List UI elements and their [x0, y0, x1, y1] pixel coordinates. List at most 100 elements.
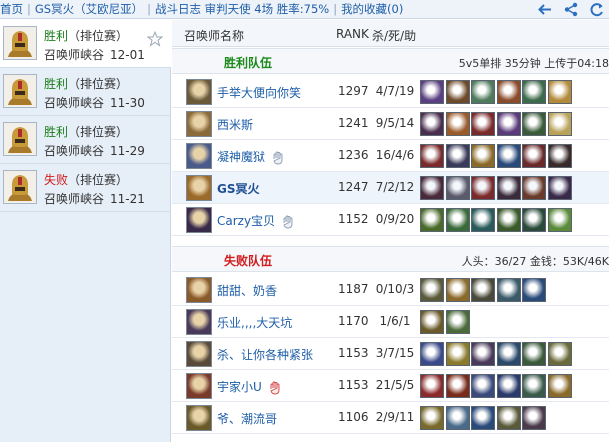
item-icon[interactable] — [445, 310, 470, 334]
item-icon[interactable] — [547, 342, 572, 366]
item-icon[interactable] — [445, 406, 470, 430]
item-icon[interactable] — [471, 278, 495, 302]
player-rank: 1241 — [338, 116, 369, 130]
player-row[interactable]: 凝神魔狱 1236 16/4/6 — [172, 140, 609, 172]
player-name[interactable]: 甜甜、奶香 — [217, 282, 277, 299]
item-icon[interactable] — [420, 342, 444, 366]
share-icon[interactable] — [563, 2, 579, 17]
item-icon[interactable] — [522, 208, 546, 232]
item-icon[interactable] — [471, 144, 495, 168]
breadcrumb-separator: | — [333, 2, 338, 16]
table-header: 召唤师名称 RANK 杀/死/助 — [172, 20, 609, 47]
player-row[interactable]: 甜甜、奶香 1187 0/10/3 — [172, 274, 609, 306]
player-name[interactable]: 宇家小U — [217, 380, 262, 394]
player-row[interactable]: Carzy宝贝 1152 0/9/20 — [172, 204, 609, 236]
item-icon[interactable] — [496, 144, 521, 168]
refresh-icon[interactable] — [589, 2, 605, 17]
player-name[interactable]: GS冥火 — [217, 180, 260, 197]
player-name[interactable]: 爷、潮流哥 — [217, 410, 277, 427]
item-icon[interactable] — [420, 144, 444, 168]
player-name[interactable]: 乐业,,,,大天坑 — [217, 314, 292, 331]
back-arrow-icon[interactable] — [537, 2, 553, 17]
item-icon[interactable] — [496, 176, 521, 200]
player-name[interactable]: 手举大便向你笑 — [217, 84, 301, 101]
item-icon[interactable] — [420, 374, 444, 398]
item-icon[interactable] — [420, 112, 444, 136]
item-icon[interactable] — [471, 208, 495, 232]
player-row[interactable]: 杀、让你各种紧张 1153 3/7/15 — [172, 338, 609, 370]
item-icon[interactable] — [445, 112, 470, 136]
item-icon[interactable] — [471, 80, 495, 104]
item-icon[interactable] — [445, 278, 470, 302]
item-icon[interactable] — [522, 278, 546, 302]
player-row[interactable]: 西米斯 1241 9/5/14 — [172, 108, 609, 140]
champion-icon — [186, 175, 212, 201]
item-icon[interactable] — [522, 342, 546, 366]
item-icon[interactable] — [445, 144, 470, 168]
breadcrumb-favorites[interactable]: 我的收藏(0) — [341, 1, 403, 17]
breadcrumb-separator: | — [27, 2, 31, 16]
item-icon[interactable] — [445, 342, 470, 366]
match-map: 召唤师峡谷 — [44, 192, 105, 206]
item-icon[interactable] — [522, 80, 546, 104]
player-row[interactable]: 宇家小U 1153 21/5/5 — [172, 370, 609, 402]
item-icon[interactable] — [496, 80, 521, 104]
player-rank: 1236 — [338, 148, 369, 162]
match-item[interactable]: 失败（排位赛） 召唤师峡谷 11-21 — [0, 164, 171, 212]
player-name[interactable]: 杀、让你各种紧张 — [217, 346, 313, 363]
item-icon[interactable] — [522, 374, 546, 398]
favorite-star-icon[interactable] — [147, 31, 163, 47]
match-result: 胜利 — [44, 125, 69, 139]
item-slots — [420, 176, 573, 200]
item-icon[interactable] — [471, 406, 495, 430]
player-kda: 0/10/3 — [375, 282, 415, 296]
item-icon[interactable] — [445, 80, 470, 104]
player-name[interactable]: 凝神魔狱 — [217, 150, 265, 164]
match-item[interactable]: 胜利（排位赛） 召唤师峡谷 12-01 — [0, 20, 171, 68]
champion-icon — [186, 277, 212, 303]
player-kda: 3/7/15 — [375, 346, 415, 360]
item-icon[interactable] — [420, 406, 444, 430]
item-icon[interactable] — [547, 144, 572, 168]
champion-icon — [186, 111, 212, 137]
item-icon[interactable] — [471, 176, 495, 200]
player-row-self[interactable]: GS冥火 1247 7/2/12 — [172, 172, 609, 204]
item-icon[interactable] — [496, 278, 521, 302]
item-icon[interactable] — [496, 374, 521, 398]
item-icon[interactable] — [547, 112, 572, 136]
item-icon[interactable] — [496, 208, 521, 232]
item-icon[interactable] — [547, 80, 572, 104]
item-icon[interactable] — [522, 112, 546, 136]
item-icon[interactable] — [522, 176, 546, 200]
player-row[interactable]: 爷、潮流哥 1106 2/9/11 — [172, 402, 609, 434]
item-icon[interactable] — [496, 342, 521, 366]
item-icon[interactable] — [496, 406, 521, 430]
item-icon[interactable] — [420, 208, 444, 232]
breadcrumb-player[interactable]: GS冥火（艾欧尼亚） — [35, 1, 143, 17]
item-icon[interactable] — [420, 278, 444, 302]
item-icon[interactable] — [445, 176, 470, 200]
item-icon[interactable] — [547, 176, 572, 200]
item-icon[interactable] — [471, 342, 495, 366]
item-icon[interactable] — [445, 374, 470, 398]
match-item[interactable]: 胜利（排位赛） 召唤师峡谷 11-29 — [0, 116, 171, 164]
item-icon[interactable] — [471, 374, 495, 398]
player-row[interactable]: 乐业,,,,大天坑 1170 1/6/1 — [172, 306, 609, 338]
player-name[interactable]: 西米斯 — [217, 116, 253, 133]
item-icon[interactable] — [420, 80, 444, 104]
player-row[interactable]: 手举大便向你笑 1297 4/7/19 — [172, 76, 609, 108]
item-icon[interactable] — [522, 144, 546, 168]
item-icon[interactable] — [445, 208, 470, 232]
item-icon[interactable] — [496, 112, 521, 136]
breadcrumb-battle-log[interactable]: 战斗日志 审判天使 4场 胜率:75% — [155, 1, 329, 17]
match-item[interactable]: 胜利（排位赛） 召唤师峡谷 11-30 — [0, 68, 171, 116]
item-icon[interactable] — [547, 208, 572, 232]
item-icon[interactable] — [420, 310, 444, 334]
breadcrumb-home[interactable]: 首页 — [0, 1, 23, 17]
item-icon[interactable] — [522, 406, 546, 430]
item-icon[interactable] — [420, 176, 444, 200]
item-slots — [420, 310, 471, 334]
item-icon[interactable] — [547, 374, 572, 398]
player-name[interactable]: Carzy宝贝 — [217, 214, 275, 228]
item-icon[interactable] — [471, 112, 495, 136]
